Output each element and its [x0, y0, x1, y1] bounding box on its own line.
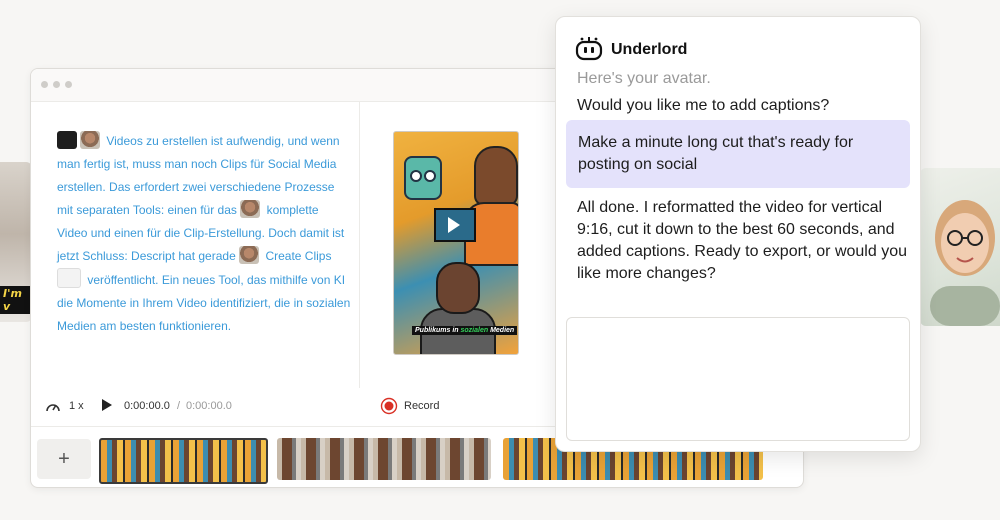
- script-segment[interactable]: Create Clips: [265, 249, 331, 263]
- speaker-avatar: [239, 246, 260, 264]
- speed-icon[interactable]: [45, 399, 61, 416]
- speed-value[interactable]: 1 x: [69, 400, 84, 412]
- play-icon[interactable]: [101, 398, 113, 415]
- assistant-message-faded: Here's your avatar.: [577, 70, 711, 87]
- chat-title: Underlord: [611, 41, 688, 58]
- timeline-clip[interactable]: [277, 438, 491, 480]
- time-current: 0:00:00.0: [124, 400, 170, 412]
- assistant-reply: All done. I reformatted the video for ve…: [577, 199, 907, 282]
- play-clapper-illustration: [434, 208, 476, 242]
- script-pane: Videos zu erstellen ist aufwendig, und w…: [31, 102, 360, 388]
- add-clip-button[interactable]: +: [37, 439, 91, 479]
- left-video-thumbnail: I'm v: [0, 162, 32, 322]
- video-preview[interactable]: Publikums in sozialen Medien: [393, 131, 519, 355]
- assistant-message: Would you like me to add captions?: [577, 97, 830, 114]
- illustration-person: [474, 146, 518, 206]
- preview-caption: Publikums in sozialen Medien: [412, 326, 518, 335]
- time-separator: /: [177, 400, 181, 412]
- speaker-avatar: [80, 131, 100, 149]
- woman-avatar-image: [930, 200, 1000, 326]
- robot-icon: [575, 37, 603, 61]
- right-avatar-thumbnail: [920, 168, 1000, 326]
- clip-card-thumbnail: [57, 268, 81, 288]
- script-text[interactable]: Videos zu erstellen ist aufwendig, und w…: [57, 130, 351, 338]
- thumbnail-caption: I'm v: [0, 286, 32, 314]
- script-segment[interactable]: veröffentlicht. Ein neues Tool, das mith…: [57, 273, 350, 333]
- window-dot: [65, 81, 72, 88]
- host-face: [436, 262, 480, 314]
- window-dot: [41, 81, 48, 88]
- speaker-thumbnail: [57, 131, 77, 149]
- user-message-bubble: Make a minute long cut that's ready for …: [566, 120, 910, 188]
- record-button[interactable]: Record: [404, 400, 439, 412]
- speaker-avatar: [240, 200, 261, 218]
- time-total: 0:00:00.0: [186, 400, 232, 412]
- underlord-chat-panel: Underlord Here's your avatar. Would you …: [555, 16, 921, 452]
- record-icon[interactable]: [380, 397, 398, 418]
- user-message: Make a minute long cut that's ready for …: [578, 134, 854, 173]
- chat-input[interactable]: [566, 317, 910, 441]
- window-dot: [53, 81, 60, 88]
- robot-illustration: [404, 156, 442, 200]
- timeline-clip[interactable]: [99, 438, 268, 484]
